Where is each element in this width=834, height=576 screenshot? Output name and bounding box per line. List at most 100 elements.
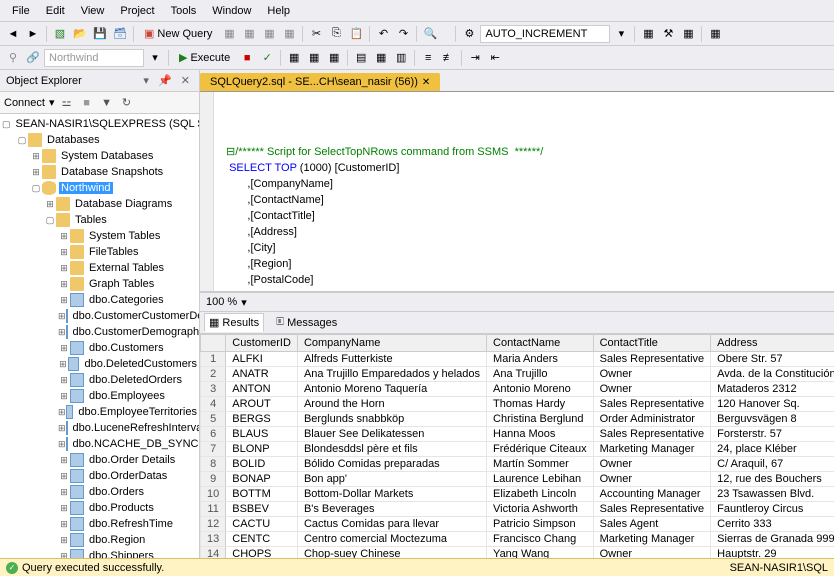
connect-btn[interactable]: ⚲ (4, 49, 22, 67)
table-row[interactable]: 6BLAUSBlauer See DelikatessenHanna MoosS… (201, 427, 834, 442)
tool1-button[interactable]: ▦ (639, 25, 657, 43)
outdent-button[interactable]: ⇤ (486, 49, 504, 67)
close-icon[interactable]: ✕ (422, 77, 430, 88)
mdx-query-button[interactable]: ▦ (240, 25, 258, 43)
table-row[interactable]: 7BLONPBlondesddsl père et filsFrédérique… (201, 442, 834, 457)
dropdown-icon[interactable]: ▾ (140, 75, 152, 87)
refresh-button[interactable]: ↻ (119, 95, 135, 111)
tree-table-item[interactable]: ⊞dbo.Shippers (0, 548, 199, 558)
undo-button[interactable]: ↶ (374, 25, 392, 43)
column-header[interactable]: Address (711, 335, 834, 352)
tree-filetables[interactable]: ⊞FileTables (0, 244, 199, 260)
tree-table-item[interactable]: ⊞dbo.Region (0, 532, 199, 548)
zoom-level[interactable]: 100 % (206, 296, 237, 308)
table-row[interactable]: 1ALFKIAlfreds FutterkisteMaria AndersSal… (201, 352, 834, 367)
tab-results[interactable]: ▦Results (204, 313, 264, 332)
menu-edit[interactable]: Edit (38, 2, 73, 20)
tree-table-item[interactable]: ⊞dbo.Products (0, 500, 199, 516)
find-button[interactable]: 🔍 (421, 25, 439, 43)
stop-button[interactable]: ■ (238, 49, 256, 67)
back-button[interactable]: ◄ (4, 25, 22, 43)
uncomment-button[interactable]: ≢ (439, 49, 457, 67)
column-header[interactable]: ContactName (487, 335, 594, 352)
forward-button[interactable]: ► (24, 25, 42, 43)
menu-tools[interactable]: Tools (163, 2, 205, 20)
xmla-query-button[interactable]: ▦ (280, 25, 298, 43)
tree-table-item[interactable]: ⊞dbo.Orders (0, 484, 199, 500)
results-file-button[interactable]: ▥ (392, 49, 410, 67)
table-row[interactable]: 5BERGSBerglunds snabbköpChristina Berglu… (201, 412, 834, 427)
tree-dbdiagrams[interactable]: ⊞Database Diagrams (0, 196, 199, 212)
save-button[interactable]: 💾 (91, 25, 109, 43)
tab-sqlquery2[interactable]: SQLQuery2.sql - SE...CH\sean_nasir (56))… (200, 73, 440, 91)
change-conn-btn[interactable]: 🔗 (24, 49, 42, 67)
table-row[interactable]: 9BONAPBon app'Laurence LebihanOwner12, r… (201, 472, 834, 487)
tree-snapshots[interactable]: ⊞Database Snapshots (0, 164, 199, 180)
results-grid-button[interactable]: ▦ (372, 49, 390, 67)
copy-button[interactable]: ⎘ (327, 25, 345, 43)
tool4-button[interactable]: ▦ (706, 25, 724, 43)
tool3-button[interactable]: ▦ (679, 25, 697, 43)
tree-table-item[interactable]: ⊞dbo.CustomerDemograph (0, 324, 199, 340)
db-dropdown[interactable]: ▾ (146, 49, 164, 67)
menu-file[interactable]: File (4, 2, 38, 20)
cut-button[interactable]: ✂ (307, 25, 325, 43)
zoom-dropdown[interactable]: ▾ (241, 296, 247, 309)
tree-table-item[interactable]: ⊞dbo.RefreshTime (0, 516, 199, 532)
db-engine-query-button[interactable]: ▦ (220, 25, 238, 43)
new-query-button[interactable]: ▣New Query (138, 25, 218, 42)
disconnect-button[interactable]: ⚍ (59, 95, 75, 111)
menu-window[interactable]: Window (204, 2, 259, 20)
connect-dropdown[interactable]: ▾ (49, 96, 55, 109)
new-item-button[interactable]: ▧ (51, 25, 69, 43)
indent-button[interactable]: ⇥ (466, 49, 484, 67)
tree-table-item[interactable]: ⊞dbo.Categories (0, 292, 199, 308)
column-header[interactable]: CompanyName (297, 335, 486, 352)
tree-table-item[interactable]: ⊞dbo.CustomerCustomerDe (0, 308, 199, 324)
quick-launch-combo[interactable] (480, 25, 610, 43)
menu-view[interactable]: View (73, 2, 113, 20)
parse-button[interactable]: ✓ (258, 49, 276, 67)
display-plan-button[interactable]: ▦ (285, 49, 303, 67)
table-row[interactable]: 4AROUTAround the HornThomas HardySales R… (201, 397, 834, 412)
column-header[interactable]: ContactTitle (593, 335, 711, 352)
tree-table-item[interactable]: ⊞dbo.DeletedCustomers (0, 356, 199, 372)
paste-button[interactable]: 📋 (347, 25, 365, 43)
sql-editor[interactable]: ⊟/****** Script for SelectTopNRows comma… (200, 92, 834, 292)
save-all-button[interactable]: 🗃 (111, 25, 129, 43)
tree-graphtables[interactable]: ⊞Graph Tables (0, 276, 199, 292)
connect-label[interactable]: Connect (4, 97, 45, 109)
object-explorer-tree[interactable]: ▢SEAN-NASIR1\SQLEXPRESS (SQL Ser ▢Databa… (0, 114, 199, 558)
open-button[interactable]: 📂 (71, 25, 89, 43)
tab-messages[interactable]: 🗉Messages (272, 311, 341, 334)
dmx-query-button[interactable]: ▦ (260, 25, 278, 43)
redo-button[interactable]: ↷ (394, 25, 412, 43)
results-grid[interactable]: CustomerIDCompanyNameContactNameContactT… (200, 334, 834, 558)
tree-table-item[interactable]: ⊞dbo.Customers (0, 340, 199, 356)
table-row[interactable]: 12CACTUCactus Comidas para llevarPatrici… (201, 517, 834, 532)
tree-sysdb[interactable]: ⊞System Databases (0, 148, 199, 164)
tree-northwind[interactable]: ▢Northwind (0, 180, 199, 196)
tree-databases[interactable]: ▢Databases (0, 132, 199, 148)
properties-button[interactable]: ⚙ (460, 25, 478, 43)
tree-table-item[interactable]: ⊞dbo.EmployeeTerritories (0, 404, 199, 420)
tree-server[interactable]: ▢SEAN-NASIR1\SQLEXPRESS (SQL Ser (0, 116, 199, 132)
stop-button[interactable]: ■ (79, 95, 95, 111)
table-row[interactable]: 8BOLIDBólido Comidas preparadasMartín So… (201, 457, 834, 472)
tree-exttables[interactable]: ⊞External Tables (0, 260, 199, 276)
tree-table-item[interactable]: ⊞dbo.DeletedOrders (0, 372, 199, 388)
comment-button[interactable]: ≡ (419, 49, 437, 67)
tree-table-item[interactable]: ⊞dbo.LuceneRefreshInterva (0, 420, 199, 436)
table-row[interactable]: 10BOTTMBottom-Dollar MarketsElizabeth Li… (201, 487, 834, 502)
menu-help[interactable]: Help (259, 2, 298, 20)
table-row[interactable]: 3ANTONAntonio Moreno TaqueríaAntonio Mor… (201, 382, 834, 397)
tool2-button[interactable]: ⚒ (659, 25, 677, 43)
tree-table-item[interactable]: ⊞dbo.OrderDatas (0, 468, 199, 484)
table-row[interactable]: 2ANATRAna Trujillo Emparedados y helados… (201, 367, 834, 382)
column-header[interactable]: CustomerID (226, 335, 298, 352)
dropdown-button[interactable]: ▾ (612, 25, 630, 43)
tree-tables[interactable]: ▢Tables (0, 212, 199, 228)
table-row[interactable]: 14CHOPSChop-suey ChineseYang WangOwnerHa… (201, 547, 834, 559)
close-icon[interactable]: ✕ (178, 75, 193, 87)
filter-button[interactable]: ▼ (99, 95, 115, 111)
